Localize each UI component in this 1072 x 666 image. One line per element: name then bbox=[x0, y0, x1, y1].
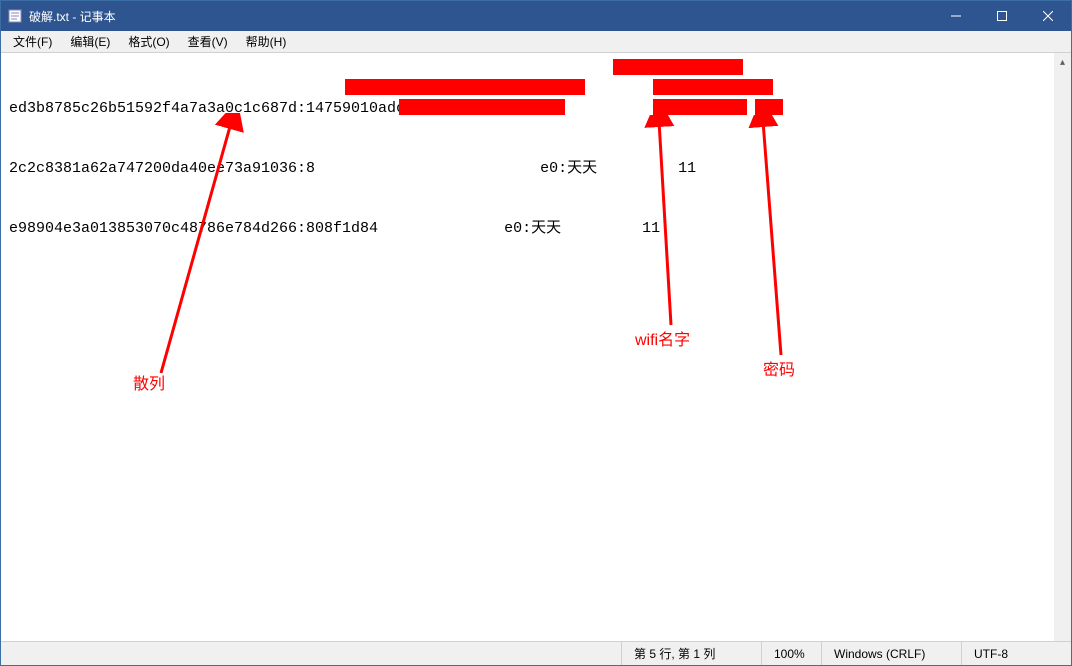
text-line: 2c2c8381a62a747200da40ee73a91036:8 e0:天天… bbox=[9, 160, 696, 177]
window-controls bbox=[933, 1, 1071, 31]
text-editor[interactable]: ed3b8785c26b51592f4a7a3a0c1c687d:1475901… bbox=[1, 53, 1054, 641]
vertical-scrollbar[interactable]: ▴ bbox=[1054, 53, 1071, 641]
text-line: e98904e3a013853070c48786e784d266:808f1d8… bbox=[9, 220, 660, 237]
title-bar: 破解.txt - 记事本 bbox=[1, 1, 1071, 31]
status-cursor-position: 第 5 行, 第 1 列 bbox=[621, 642, 761, 665]
menu-view[interactable]: 查看(V) bbox=[180, 31, 236, 52]
redaction-box bbox=[345, 79, 585, 95]
minimize-button[interactable] bbox=[933, 1, 979, 31]
status-spacer bbox=[1, 642, 621, 665]
annotation-wifi-label: wifi名字 bbox=[635, 331, 690, 351]
redaction-box bbox=[613, 59, 743, 75]
annotation-password-label: 密码 bbox=[763, 361, 795, 381]
status-bar: 第 5 行, 第 1 列 100% Windows (CRLF) UTF-8 bbox=[1, 641, 1071, 665]
menu-help[interactable]: 帮助(H) bbox=[238, 31, 295, 52]
arrow-password bbox=[741, 115, 821, 365]
maximize-button[interactable] bbox=[979, 1, 1025, 31]
status-zoom: 100% bbox=[761, 642, 821, 665]
redaction-box bbox=[653, 79, 773, 95]
close-button[interactable] bbox=[1025, 1, 1071, 31]
annotation-hash-label: 散列 bbox=[133, 375, 165, 395]
content-area: ed3b8785c26b51592f4a7a3a0c1c687d:1475901… bbox=[1, 53, 1071, 641]
menu-edit[interactable]: 编辑(E) bbox=[62, 31, 118, 52]
text-line: ed3b8785c26b51592f4a7a3a0c1c687d:1475901… bbox=[9, 100, 675, 117]
notepad-window: 破解.txt - 记事本 文件(F) 编辑(E) 格式(O) 查看(V) 帮助(… bbox=[0, 0, 1072, 666]
menu-bar: 文件(F) 编辑(E) 格式(O) 查看(V) 帮助(H) bbox=[1, 31, 1071, 53]
annotation-overlay: 散列 wifi名字 bbox=[1, 53, 1054, 641]
scroll-up-icon[interactable]: ▴ bbox=[1055, 55, 1070, 70]
notepad-icon bbox=[7, 8, 23, 24]
status-encoding: UTF-8 bbox=[961, 642, 1071, 665]
menu-file[interactable]: 文件(F) bbox=[5, 31, 60, 52]
arrow-hash bbox=[131, 113, 251, 383]
window-title: 破解.txt - 记事本 bbox=[29, 8, 933, 25]
status-line-ending: Windows (CRLF) bbox=[821, 642, 961, 665]
menu-format[interactable]: 格式(O) bbox=[120, 31, 177, 52]
